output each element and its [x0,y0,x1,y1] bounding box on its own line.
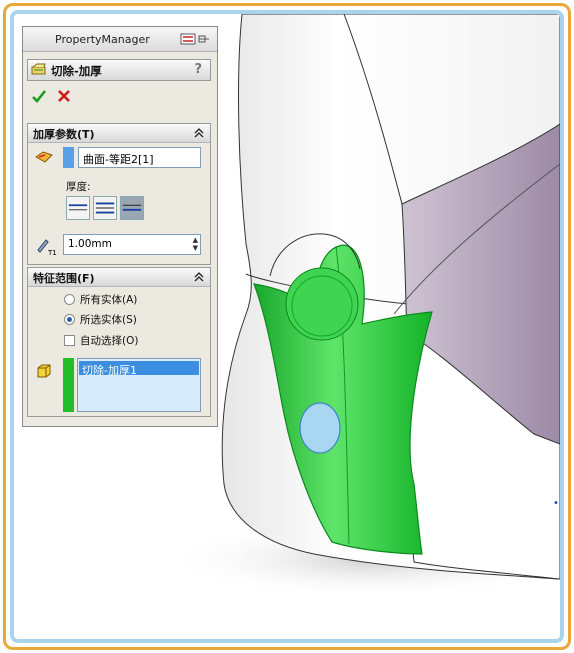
hole-highlight [299,402,341,454]
feature-title-bar: 切除-加厚 ? [27,59,211,81]
feature-name: 切除-加厚 [51,64,102,78]
pin-icon[interactable] [180,33,210,45]
pm-title: PropertyManager [55,33,150,46]
thicken-side2-button[interactable] [120,196,144,220]
thicken-side2-icon [122,204,142,211]
surface-selection-box[interactable]: 曲面-等距2[1] [78,147,201,168]
thicken-both-icon [95,202,115,214]
thicken-both-sides-button[interactable] [93,196,117,220]
collapse-chevron-icon[interactable] [193,271,205,283]
inner-frame: • PropertyManager 切除-加厚 ? 加厚参数(T) 曲面-等距2… [10,10,564,643]
surface-select-icon [35,151,53,163]
selected-bodies-radio[interactable] [64,314,75,325]
all-bodies-label[interactable]: 所有实体(A) [80,292,137,307]
thickness-dimension-icon: T1 [37,239,57,256]
body-color-swatch [63,358,74,412]
axis-marker: • [553,498,559,509]
thickness-value[interactable]: 1.00mm [68,238,112,250]
feature-scope-title: 特征范围(F) [33,272,95,285]
auto-select-label[interactable]: 自动选择(O) [80,333,138,348]
thicken-params-header[interactable]: 加厚参数(T) [28,124,210,143]
thickness-spinner[interactable]: ▲ ▼ [193,236,198,252]
bodies-selection-item[interactable]: 切除-加厚1 [79,361,199,377]
feature-scope-header[interactable]: 特征范围(F) [28,268,210,287]
solid-body-icon [37,364,51,378]
thickness-input[interactable]: 1.00mm ▲ ▼ [63,234,201,255]
thicken-params-group: 加厚参数(T) 曲面-等距2[1] 厚度: T1 1.00mm ▲ ▼ [27,123,211,265]
selected-bodies-label[interactable]: 所选实体(S) [80,312,137,327]
collapse-chevron-icon[interactable] [193,127,205,139]
auto-select-checkbox[interactable] [64,335,75,346]
thickness-symbol: T1 [47,249,57,256]
all-bodies-radio[interactable] [64,294,75,305]
ok-check-icon[interactable] [31,88,47,104]
surface-selection-item[interactable]: 曲面-等距2[1] [83,151,154,167]
cancel-x-icon[interactable] [56,88,72,104]
bodies-selection-box[interactable]: 切除-加厚1 [77,358,201,412]
thicken-side1-icon [68,204,88,211]
screenshot: • PropertyManager 切除-加厚 ? 加厚参数(T) 曲面-等距2… [0,0,574,653]
bodies-selection-text: 切除-加厚1 [82,364,137,377]
feature-scope-group: 特征范围(F) 所有实体(A) 所选实体(S) 自动选择(O) 切除-加厚1 [27,267,211,417]
help-icon[interactable]: ? [194,62,202,77]
surface-color-swatch [63,147,74,168]
pm-header: PropertyManager [23,27,217,52]
boss-circle-outer [285,267,359,341]
thickness-label: 厚度: [66,181,91,193]
property-manager: PropertyManager 切除-加厚 ? 加厚参数(T) 曲面-等距2[1… [22,26,218,427]
cut-thicken-icon [31,63,46,75]
thicken-params-title: 加厚参数(T) [33,128,95,141]
thicken-side1-button[interactable] [66,196,90,220]
